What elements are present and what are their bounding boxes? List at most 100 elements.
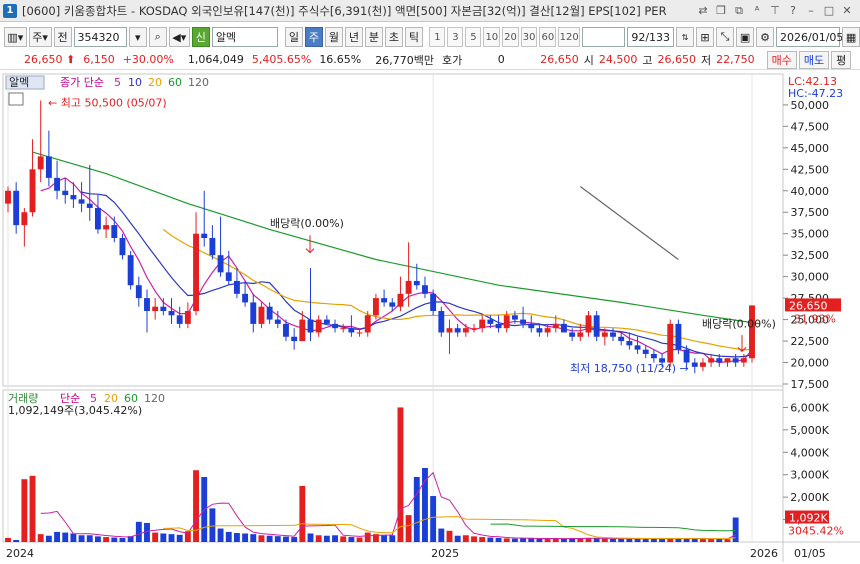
grid-icon[interactable]: ⊞ — [696, 27, 715, 47]
candle-body — [397, 293, 404, 307]
volume-bar — [160, 533, 167, 542]
interval-60[interactable]: 60 — [539, 27, 557, 47]
candle-body — [544, 328, 551, 333]
candle-body — [135, 285, 142, 299]
candle-body — [381, 298, 388, 303]
candle-body — [332, 323, 338, 329]
interval-3[interactable]: 3 — [447, 27, 464, 47]
period-second[interactable]: 초 — [384, 27, 403, 47]
candle-body — [691, 362, 698, 367]
volume-bar — [528, 538, 535, 542]
candle-body — [536, 328, 543, 333]
period-tick[interactable]: 틱 — [404, 27, 423, 47]
market-select[interactable]: 주 ▾ — [28, 27, 52, 47]
pin-icon[interactable]: ⊤ — [768, 4, 782, 18]
candle-body — [569, 332, 576, 337]
window-title: [0600] 키움종합차트 - KOSDAQ 외국인보유[147(천)] 주식수… — [22, 3, 667, 18]
candle-body — [209, 238, 216, 256]
search-icon[interactable]: ⌕ — [148, 27, 167, 47]
interval-1[interactable]: 1 — [429, 27, 446, 47]
volume-bar — [511, 538, 518, 542]
candle-body — [37, 156, 44, 170]
interval-10[interactable]: 10 — [483, 27, 501, 47]
stock-chart[interactable]: 알멕 종가 단순 5 10 20 60 120 LC:42.13 HC:-47.… — [0, 72, 860, 564]
volume-bar — [225, 531, 232, 542]
interval-5[interactable]: 5 — [465, 27, 482, 47]
candle-body — [667, 323, 674, 363]
code-dropdown[interactable]: ▾ — [128, 27, 147, 47]
save-icon[interactable]: ▣ — [736, 27, 755, 47]
eval-button[interactable]: 평 — [831, 50, 852, 69]
link-icon[interactable]: ⇄ — [696, 4, 710, 18]
maximize-icon[interactable]: □ — [822, 4, 836, 18]
volume-ratio: 5,405.65% — [251, 53, 312, 66]
scroll-arrows-icon[interactable]: ⇅ — [676, 27, 695, 47]
calendar-icon[interactable]: ▦ — [842, 27, 860, 47]
candle-body — [152, 306, 159, 311]
dividend-arrow-2 — [737, 335, 747, 353]
candle-body — [356, 332, 363, 334]
period-minute[interactable]: 분 — [364, 27, 383, 47]
candle-body — [593, 315, 600, 337]
price-tick-label: 35,000 — [791, 228, 830, 241]
candle-body — [561, 323, 567, 333]
settings-gear-icon[interactable]: ⚙ — [756, 27, 775, 47]
help-icon[interactable]: ? — [786, 4, 800, 18]
stock-name-field[interactable]: 알멕 — [211, 27, 279, 47]
stock-state-icon[interactable]: 신 — [191, 27, 210, 47]
volume-tick-label: 6,000K — [790, 401, 829, 414]
buy-button[interactable]: 매수 — [766, 50, 797, 69]
interval-20[interactable]: 20 — [502, 27, 519, 47]
cursor-cross-icon[interactable]: ⤡ — [716, 27, 735, 47]
speaker-icon[interactable]: ◀▾ — [168, 27, 190, 47]
volume-bar — [413, 476, 420, 542]
volume-bar — [242, 533, 249, 542]
price-tick-label: 50,000 — [791, 99, 830, 112]
volume-bar — [536, 538, 543, 542]
date-input[interactable]: 2026/01/05 — [776, 27, 843, 47]
price-tick-label: 47,500 — [791, 120, 830, 133]
close-icon[interactable]: ✕ — [840, 4, 854, 18]
candle-body — [103, 225, 110, 230]
bid-value: 0 — [497, 53, 505, 66]
ma-legend-10: 10 — [128, 76, 142, 89]
minimize-icon[interactable]: – — [804, 4, 818, 18]
volume-bar — [119, 537, 126, 542]
candle-body — [45, 156, 52, 178]
volume-bar — [5, 537, 11, 542]
candle-body — [716, 358, 723, 363]
restore-window-icon[interactable]: ❐ — [714, 4, 728, 18]
chart-area[interactable]: 알멕 종가 단순 5 10 20 60 120 LC:42.13 HC:-47.… — [0, 72, 860, 564]
stock-code-input[interactable]: 354320 — [73, 27, 127, 47]
x-axis-label: 2025 — [431, 547, 459, 560]
stack-icon[interactable]: ⧉ — [732, 4, 746, 18]
sell-button[interactable]: 매도 — [798, 50, 830, 69]
open-label: 시 — [583, 53, 594, 67]
candle-body — [438, 311, 445, 333]
interval-120[interactable]: 120 — [558, 27, 581, 47]
calculator-icon[interactable] — [8, 92, 24, 106]
candle-body — [193, 233, 199, 311]
volume-bar — [397, 407, 404, 542]
candle-body — [348, 328, 355, 333]
volume-bar — [503, 538, 510, 542]
text-size-icon[interactable]: ᴬ — [750, 4, 764, 18]
volume-pct-tag: 3045.42% — [788, 525, 844, 538]
x-axis-right-label: 01/05 — [794, 547, 826, 560]
chart-type-select[interactable]: ▥▾ — [4, 27, 27, 47]
volume-tick-label: 3,000K — [790, 469, 829, 482]
prev-button[interactable]: 전 — [53, 27, 72, 47]
interval-30[interactable]: 30 — [520, 27, 538, 47]
period-year[interactable]: 년 — [344, 27, 363, 47]
period-day[interactable]: 일 — [284, 27, 303, 47]
candle-body — [462, 328, 469, 333]
period-week[interactable]: 주 — [304, 27, 323, 47]
candle-body — [283, 323, 289, 337]
interval-custom-input[interactable] — [582, 27, 626, 47]
candle-body — [250, 302, 257, 324]
volume-bar — [364, 532, 371, 542]
period-month[interactable]: 월 — [324, 27, 343, 47]
volume-bar — [561, 538, 567, 542]
candle-body — [266, 306, 273, 320]
turnover-rate: 16.65% — [319, 53, 362, 66]
